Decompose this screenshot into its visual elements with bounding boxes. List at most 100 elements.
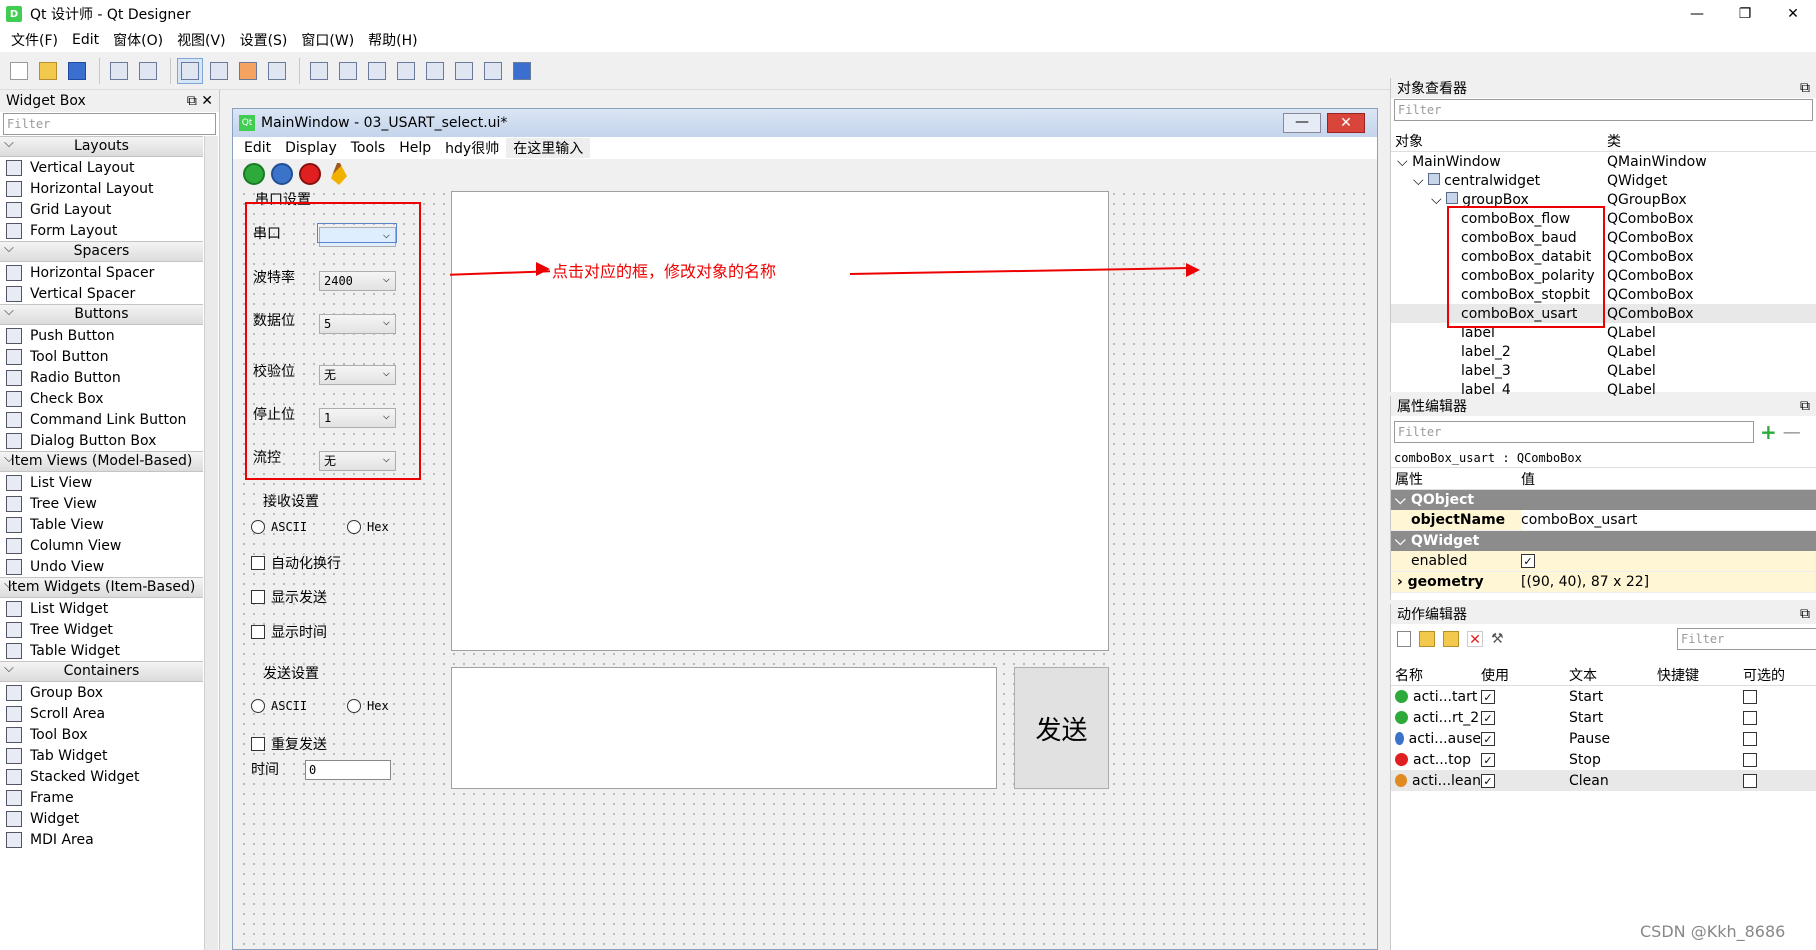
action-filter[interactable]: Filter	[1677, 628, 1816, 650]
form-close-button[interactable]: ✕	[1327, 113, 1365, 133]
form-menu-display[interactable]: Display	[278, 140, 344, 156]
remove-property-icon[interactable]: —	[1783, 422, 1801, 443]
menu-help[interactable]: 帮助(H)	[361, 30, 424, 50]
dock-float-icon[interactable]: ⧉	[1800, 80, 1810, 96]
new-file-icon[interactable]	[6, 58, 32, 84]
new-action-icon[interactable]	[1397, 631, 1411, 647]
break-layout-icon[interactable]	[480, 58, 506, 84]
category-header[interactable]: Buttons	[0, 302, 203, 325]
action-used-checkbox[interactable]: ✓	[1481, 753, 1495, 767]
group-qobject[interactable]: ⌵ QObject	[1391, 490, 1816, 510]
widget-item[interactable]: Table View	[0, 514, 219, 535]
action-used-checkbox[interactable]: ✓	[1481, 774, 1495, 788]
edit-widgets-icon[interactable]	[177, 57, 203, 84]
widget-item[interactable]: Horizontal Layout	[0, 178, 219, 199]
layout-horizontal-icon[interactable]	[306, 58, 332, 84]
widget-item[interactable]: Tool Button	[0, 346, 219, 367]
pause-icon[interactable]	[271, 163, 293, 185]
widget-item[interactable]: Scroll Area	[0, 703, 219, 724]
form-menu-help[interactable]: Help	[392, 140, 438, 156]
send-ascii-radio[interactable]: ASCII	[251, 699, 307, 713]
category-header[interactable]: Item Views (Model-Based)	[0, 449, 203, 472]
action-row[interactable]: acti...tart ✓ Start	[1391, 686, 1816, 707]
open-folder-icon[interactable]	[35, 58, 61, 84]
category-header[interactable]: Layouts	[0, 134, 203, 157]
configure-icon[interactable]: ⚒	[1491, 631, 1507, 647]
maximize-button[interactable]: ❐	[1722, 0, 1768, 28]
start-icon[interactable]	[243, 163, 265, 185]
recv-hex-radio[interactable]: Hex	[347, 520, 389, 534]
show-time-checkbox[interactable]: 显示时间	[251, 622, 327, 642]
widget-item[interactable]: Tab Widget	[0, 745, 219, 766]
widget-item[interactable]: Tool Box	[0, 724, 219, 745]
widget-item[interactable]: Column View	[0, 535, 219, 556]
widget-item[interactable]: Grid Layout	[0, 199, 219, 220]
edit-signals-icon[interactable]	[206, 58, 232, 84]
widget-item[interactable]: Form Layout	[0, 220, 219, 241]
layout-v-splitter-icon[interactable]	[393, 58, 419, 84]
widget-item[interactable]: Frame	[0, 787, 219, 808]
menu-file[interactable]: 文件(F)	[4, 30, 65, 50]
action-checkable-checkbox[interactable]	[1743, 731, 1757, 746]
paste-action-icon[interactable]	[1443, 631, 1459, 647]
widget-item[interactable]: Vertical Layout	[0, 157, 219, 178]
menu-view[interactable]: 视图(V)	[170, 30, 233, 50]
menu-window[interactable]: 窗口(W)	[294, 30, 361, 50]
bring-front-icon[interactable]	[106, 58, 132, 84]
save-icon[interactable]	[64, 58, 90, 84]
chevron-right-icon[interactable]: ›	[1397, 574, 1403, 590]
chevron-down-icon[interactable]: ⌵	[1397, 154, 1412, 170]
action-checkable-checkbox[interactable]	[1743, 710, 1757, 725]
form-menu-hdy[interactable]: hdy很帅	[438, 138, 506, 158]
category-header[interactable]: Containers	[0, 659, 203, 682]
minimize-button[interactable]: —	[1674, 0, 1720, 28]
widget-item[interactable]: Undo View	[0, 556, 219, 577]
prop-geometry-value[interactable]: [(90, 40), 87 x 22]	[1521, 574, 1649, 590]
form-menu-type-here[interactable]: 在这里输入	[506, 138, 591, 158]
prop-objectname[interactable]: objectName comboBox_usart	[1391, 510, 1816, 531]
prop-enabled[interactable]: enabled ✓	[1391, 551, 1816, 572]
copy-action-icon[interactable]	[1419, 631, 1435, 647]
action-row[interactable]: acti...rt_2 ✓ Start	[1391, 707, 1816, 728]
stop-icon[interactable]	[299, 163, 321, 185]
action-used-checkbox[interactable]: ✓	[1481, 711, 1495, 725]
action-row[interactable]: acti...lean ✓ Clean	[1391, 770, 1816, 791]
menu-edit[interactable]: Edit	[65, 32, 106, 48]
send-text-area[interactable]	[451, 667, 997, 789]
widget-item[interactable]: List View	[0, 472, 219, 493]
layout-grid-icon[interactable]	[422, 58, 448, 84]
clean-broom-icon[interactable]	[331, 163, 347, 185]
widget-item[interactable]: Stacked Widget	[0, 766, 219, 787]
widget-item[interactable]: Dialog Button Box	[0, 430, 219, 451]
layout-form-icon[interactable]	[451, 58, 477, 84]
layout-h-splitter-icon[interactable]	[364, 58, 390, 84]
delete-action-icon[interactable]: ✕	[1467, 631, 1483, 648]
widget-item[interactable]: Vertical Spacer	[0, 283, 219, 304]
prop-objectname-value[interactable]: comboBox_usart	[1521, 510, 1816, 530]
action-checkable-checkbox[interactable]	[1743, 773, 1757, 788]
widget-item[interactable]: Widget	[0, 808, 219, 829]
widget-item[interactable]: Command Link Button	[0, 409, 219, 430]
widget-item[interactable]: MDI Area	[0, 829, 219, 850]
widget-item[interactable]: Check Box	[0, 388, 219, 409]
object-tree-row[interactable]: ⌵ MainWindow QMainWindow	[1391, 152, 1816, 171]
widget-item[interactable]: Push Button	[0, 325, 219, 346]
object-inspector-filter[interactable]: Filter	[1394, 99, 1813, 121]
prop-geometry[interactable]: › geometry [(90, 40), 87 x 22]	[1391, 572, 1816, 593]
widget-item[interactable]: Radio Button	[0, 367, 219, 388]
action-checkable-checkbox[interactable]	[1743, 752, 1757, 767]
dock-float-icon[interactable]: ⧉	[1800, 606, 1810, 622]
send-button[interactable]: 发送	[1014, 667, 1109, 789]
auto-wrap-checkbox[interactable]: 自动化换行	[251, 553, 341, 573]
edit-buddies-icon[interactable]	[235, 58, 261, 84]
category-header[interactable]: Spacers	[0, 239, 203, 262]
property-filter[interactable]: Filter	[1394, 421, 1754, 443]
action-used-checkbox[interactable]: ✓	[1481, 732, 1495, 746]
widget-item[interactable]: Group Box	[0, 682, 219, 703]
widget-box-filter[interactable]: Filter	[3, 113, 216, 135]
action-row[interactable]: act...top ✓ Stop	[1391, 749, 1816, 770]
show-send-checkbox[interactable]: 显示发送	[251, 587, 327, 607]
send-back-icon[interactable]	[135, 58, 161, 84]
recv-ascii-radio[interactable]: ASCII	[251, 520, 307, 534]
action-checkable-checkbox[interactable]	[1743, 689, 1757, 704]
